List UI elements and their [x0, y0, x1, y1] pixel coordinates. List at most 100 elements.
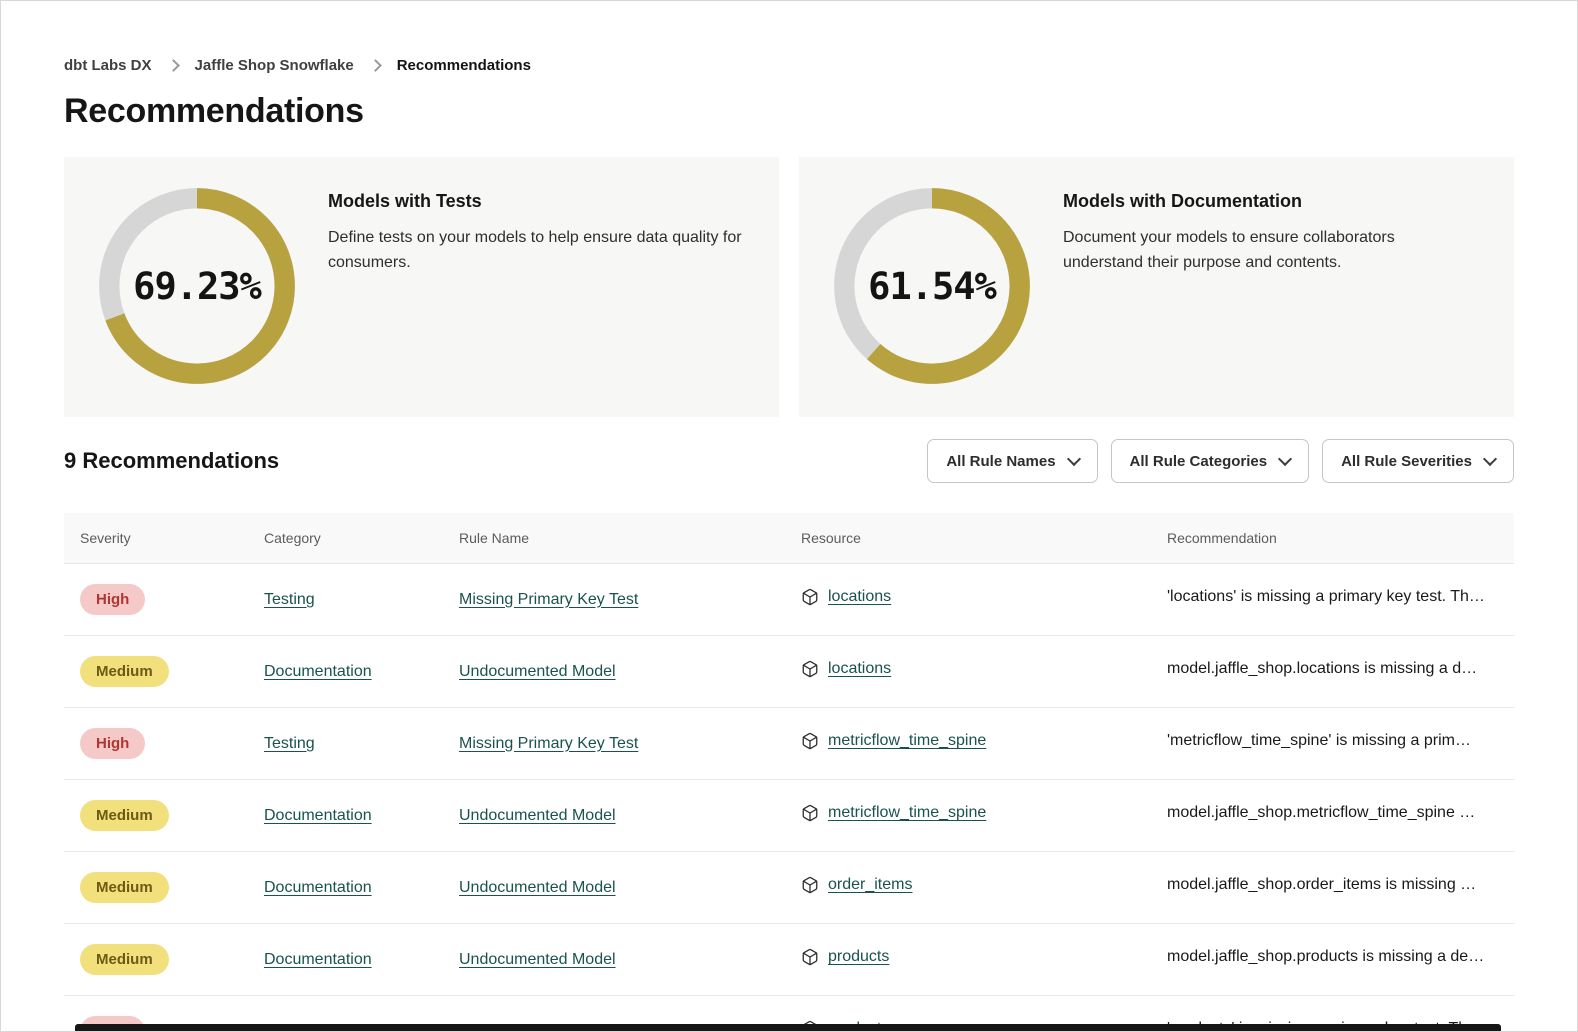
card-text: Models with DocumentationDocument your m…	[1063, 179, 1431, 276]
card-description: Define tests on your models to help ensu…	[328, 226, 753, 276]
category-cell: Documentation	[248, 924, 443, 996]
column-header: Severity	[64, 513, 248, 564]
recommendation-text: 'locations' is missing a primary key tes…	[1167, 588, 1485, 606]
resource: metricflow_time_spine	[801, 732, 986, 750]
table-row: High Testing Missing Primary Key Test metri…	[64, 708, 1514, 780]
chevron-down-icon	[1066, 452, 1080, 466]
filter-label: All Rule Severities	[1341, 453, 1472, 470]
recommendations-table: SeverityCategoryRule NameResourceRecomme…	[64, 513, 1514, 1032]
category-cell: Testing	[248, 564, 443, 636]
category-link[interactable]: Testing	[264, 591, 315, 608]
severity-badge: Medium	[80, 800, 169, 831]
breadcrumb-chevron-icon	[369, 59, 382, 72]
category-cell: Documentation	[248, 780, 443, 852]
model-box-icon	[801, 876, 819, 894]
resource-link[interactable]: metricflow_time_spine	[828, 732, 986, 750]
severity-badge: Medium	[80, 944, 169, 975]
card-text: Models with Tests Define tests on your mo…	[328, 179, 753, 276]
recommendation-cell: model.jaffle_shop.order_items is missing…	[1151, 852, 1514, 924]
category-cell: Documentation	[248, 852, 443, 924]
rule-name-link[interactable]: Missing Primary Key Test	[459, 591, 638, 608]
resource: order_items	[801, 876, 912, 894]
resource-cell: locations	[785, 564, 1151, 636]
filter-label: All Rule Names	[946, 453, 1055, 470]
metric-cards: 69.23% Models with Tests Define tests on y…	[64, 157, 1514, 417]
column-header: Resource	[785, 513, 1151, 564]
severity-cell: Medium	[64, 924, 248, 996]
resource-link[interactable]: locations	[828, 660, 891, 678]
model-box-icon	[801, 948, 819, 966]
filter-dropdown-rule-categories[interactable]: All Rule Categories	[1111, 439, 1310, 483]
table-body: High Testing Missing Primary Key Test locat…	[64, 564, 1514, 1032]
category-link[interactable]: Documentation	[264, 951, 372, 968]
recommendation-text: 'metricflow_time_spine' is missing a pri…	[1167, 732, 1471, 750]
donut-chart: 61.54%	[825, 179, 1039, 393]
severity-cell: High	[64, 564, 248, 636]
breadcrumb-item[interactable]: Jaffle Shop Snowflake	[195, 57, 354, 74]
recommendation-cell: model.jaffle_shop.products is missing a …	[1151, 924, 1514, 996]
category-link[interactable]: Documentation	[264, 807, 372, 824]
category-cell: Documentation	[248, 636, 443, 708]
resource-cell: products	[785, 924, 1151, 996]
category-link[interactable]: Testing	[264, 735, 315, 752]
resource: locations	[801, 588, 891, 606]
severity-badge: Medium	[80, 872, 169, 903]
category-link[interactable]: Documentation	[264, 879, 372, 896]
chevron-down-icon	[1483, 452, 1497, 466]
rule-name-cell: Undocumented Model	[443, 924, 785, 996]
rule-name-link[interactable]: Undocumented Model	[459, 879, 616, 896]
resource: products	[801, 948, 889, 966]
recommendation-text: model.jaffle_shop.metricflow_time_spine …	[1167, 804, 1475, 822]
table-row: Medium Documentation Undocumented Model pro…	[64, 924, 1514, 996]
rule-name-cell: Missing Primary Key Test	[443, 708, 785, 780]
breadcrumb-item: Recommendations	[397, 57, 531, 74]
resource-link[interactable]: metricflow_time_spine	[828, 804, 986, 822]
resource-cell: metricflow_time_spine	[785, 708, 1151, 780]
rule-name-cell: Undocumented Model	[443, 852, 785, 924]
rule-name-link[interactable]: Undocumented Model	[459, 951, 616, 968]
severity-cell: High	[64, 708, 248, 780]
recommendation-cell: model.jaffle_shop.metricflow_time_spine …	[1151, 780, 1514, 852]
severity-badge: Medium	[80, 656, 169, 687]
recommendation-text: model.jaffle_shop.order_items is missing…	[1167, 876, 1476, 894]
recommendation-text: model.jaffle_shop.locations is missing a…	[1167, 660, 1477, 678]
severity-cell: Medium	[64, 636, 248, 708]
category-cell: Testing	[248, 708, 443, 780]
recommendations-section-header: 9 Recommendations All Rule Names All Rule…	[64, 439, 1514, 483]
model-box-icon	[801, 660, 819, 678]
breadcrumb-item[interactable]: dbt Labs DX	[64, 57, 152, 74]
model-box-icon	[801, 804, 819, 822]
rule-name-link[interactable]: Undocumented Model	[459, 807, 616, 824]
resource-link[interactable]: locations	[828, 588, 891, 606]
resource-cell: locations	[785, 636, 1151, 708]
severity-badge: High	[80, 728, 145, 759]
recommendation-cell: 'metricflow_time_spine' is missing a pri…	[1151, 708, 1514, 780]
metric-card: 61.54%Models with DocumentationDocument …	[799, 157, 1514, 417]
severity-cell: Medium	[64, 780, 248, 852]
resource-cell: order_items	[785, 852, 1151, 924]
resource-link[interactable]: order_items	[828, 876, 912, 894]
donut-percentage: 69.23%	[90, 179, 304, 393]
rule-name-link[interactable]: Missing Primary Key Test	[459, 735, 638, 752]
section-title: 9 Recommendations	[64, 448, 279, 474]
chevron-down-icon	[1278, 452, 1292, 466]
rule-name-cell: Undocumented Model	[443, 780, 785, 852]
column-header: Recommendation	[1151, 513, 1514, 564]
table-row: Medium Documentation Undocumented Model ord…	[64, 852, 1514, 924]
table-header-row: SeverityCategoryRule NameResourceRecomme…	[64, 513, 1514, 564]
card-title: Models with Documentation	[1063, 191, 1431, 212]
filter-dropdown-rule-names[interactable]: All Rule Names	[927, 439, 1097, 483]
filter-dropdown-rule-severities[interactable]: All Rule Severities	[1322, 439, 1514, 483]
rule-name-link[interactable]: Undocumented Model	[459, 663, 616, 680]
resource-link[interactable]: products	[828, 948, 889, 966]
table-row: Medium Documentation Undocumented Model loc…	[64, 636, 1514, 708]
severity-cell: Medium	[64, 852, 248, 924]
severity-badge: High	[80, 584, 145, 615]
card-title: Models with Tests	[328, 191, 753, 212]
rule-name-cell: Undocumented Model	[443, 636, 785, 708]
filter-label: All Rule Categories	[1130, 453, 1268, 470]
metric-card: 69.23% Models with Tests Define tests on y…	[64, 157, 779, 417]
breadcrumb-chevron-icon	[167, 59, 180, 72]
recommendation-cell: model.jaffle_shop.locations is missing a…	[1151, 636, 1514, 708]
category-link[interactable]: Documentation	[264, 663, 372, 680]
